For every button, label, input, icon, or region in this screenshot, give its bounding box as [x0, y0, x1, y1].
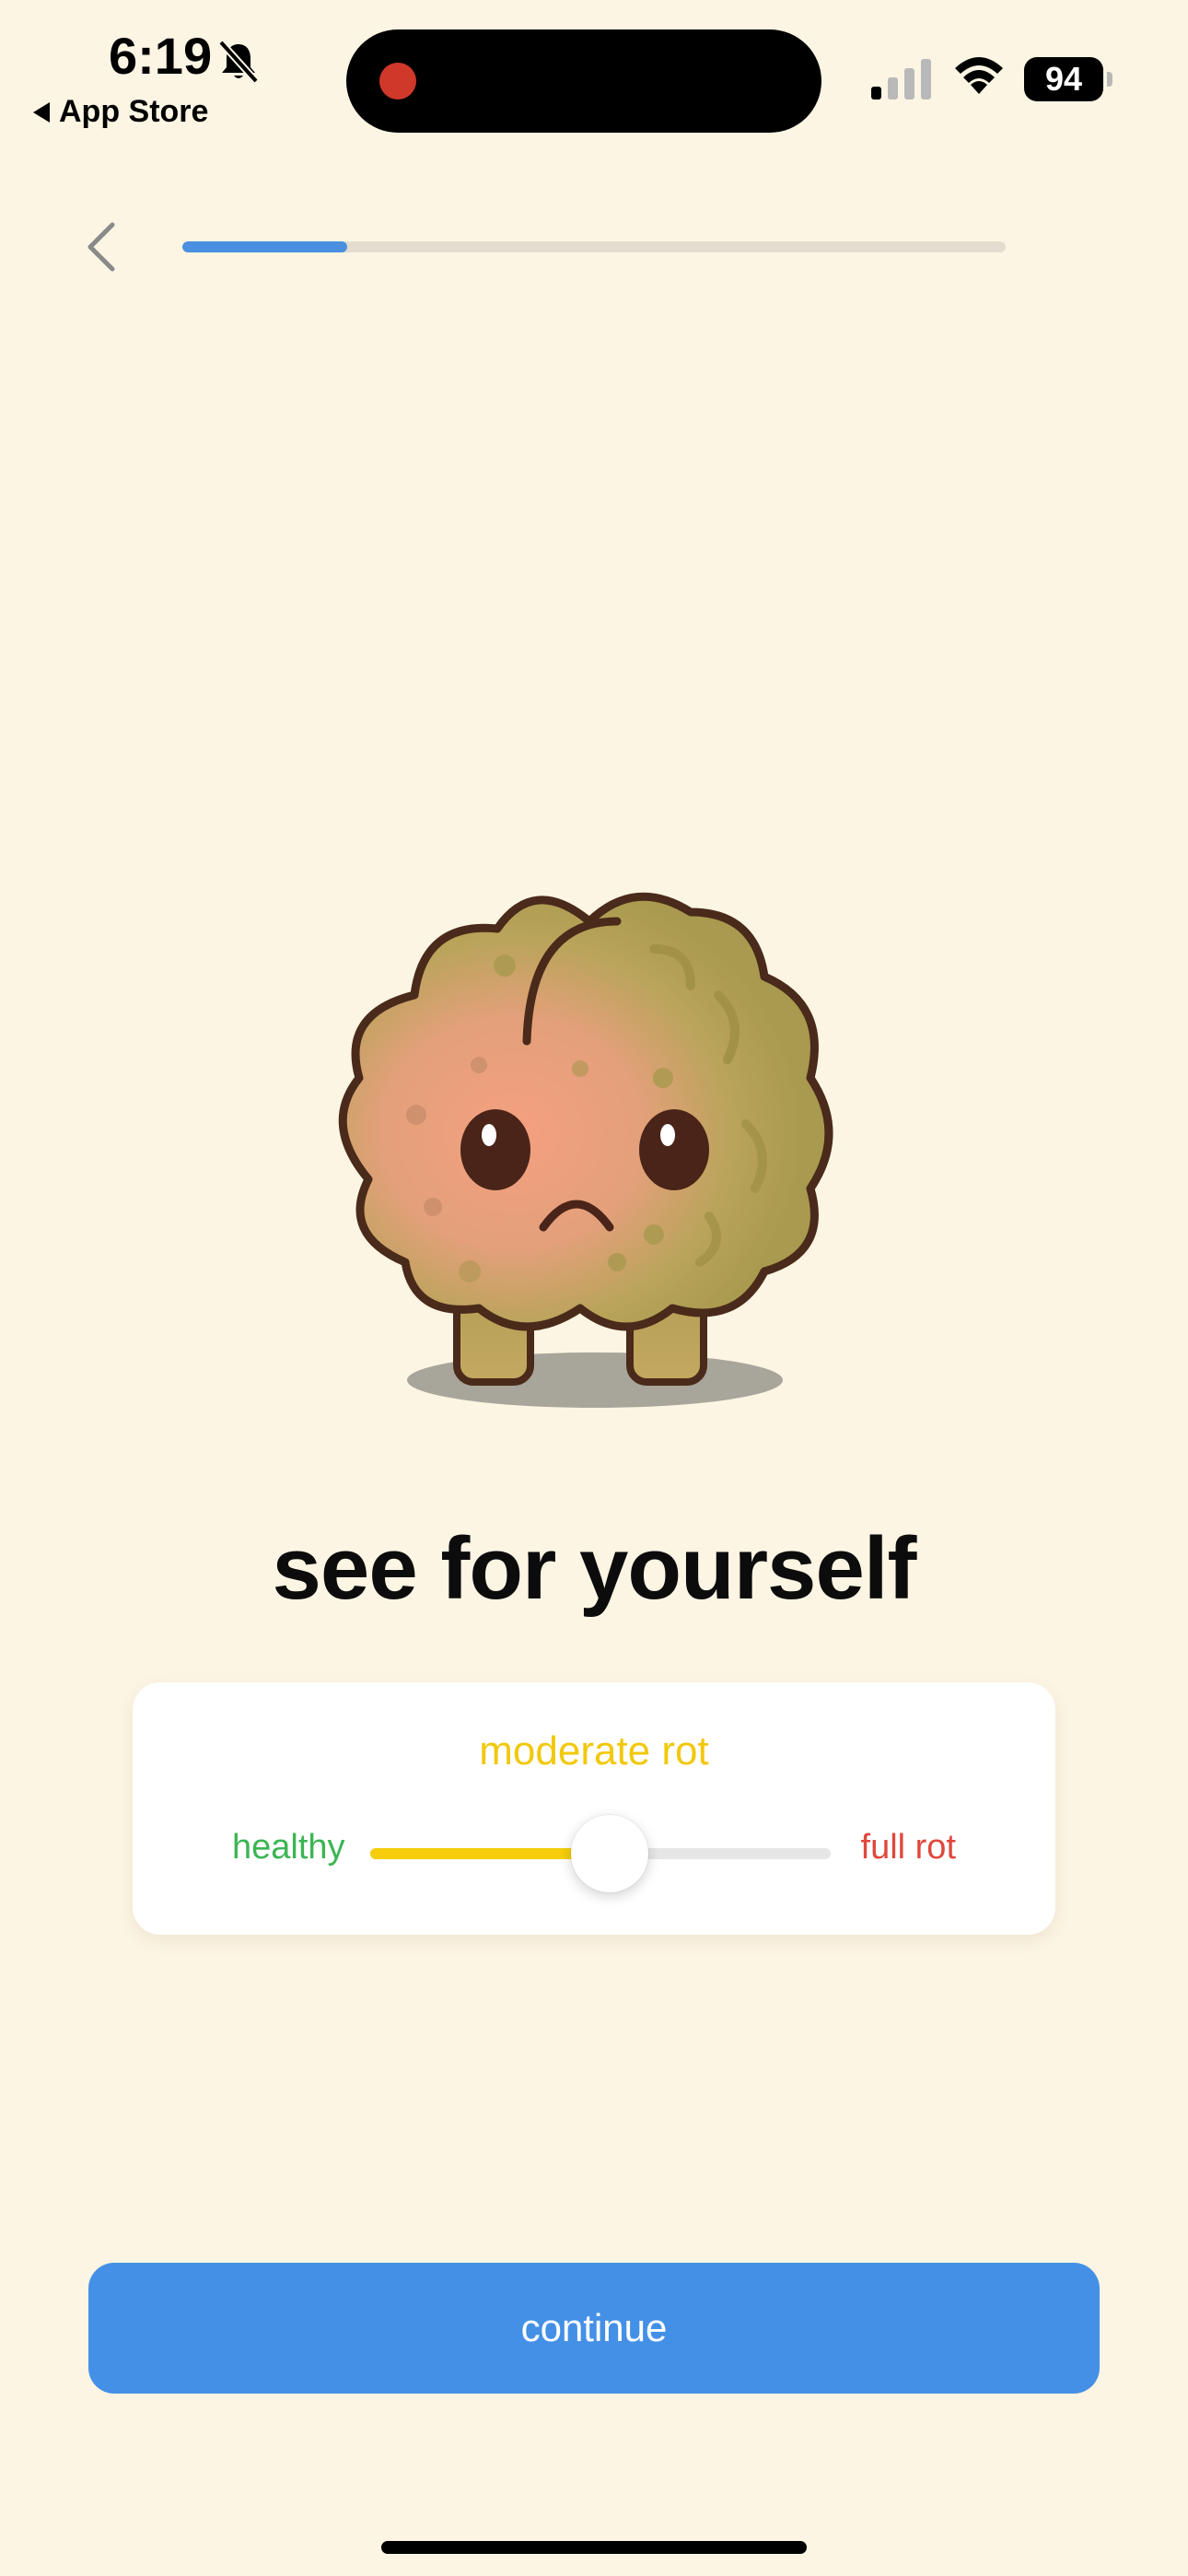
wifi-icon	[955, 57, 1003, 94]
back-app-label: App Store	[59, 94, 209, 129]
onboarding-screen: 6:19 App Store 94 see for yourself moder…	[0, 0, 1188, 2576]
status-time: 6:19	[109, 27, 213, 85]
dynamic-island	[346, 29, 821, 133]
rot-level-label: moderate rot	[479, 1728, 709, 1774]
continue-button[interactable]: continue	[88, 2263, 1100, 2394]
battery-level: 94	[1024, 57, 1103, 101]
slider-thumb[interactable]	[571, 1815, 648, 1892]
slider-max-label: full rot	[860, 1828, 956, 1867]
battery-icon: 94	[1024, 57, 1112, 101]
chevron-left-icon	[87, 222, 115, 272]
slider-min-label: healthy	[232, 1828, 345, 1867]
bell-slash-icon	[218, 40, 259, 84]
battery-cap	[1107, 72, 1112, 87]
back-button[interactable]	[74, 217, 129, 276]
brain-mascot-illustration	[338, 892, 833, 1408]
signal-icon	[871, 59, 931, 100]
back-triangle-icon	[33, 101, 50, 123]
rot-slider-card: moderate rot healthy full rot	[133, 1682, 1055, 1935]
back-to-app-store[interactable]: App Store	[33, 94, 208, 130]
page-title: see for yourself	[272, 1519, 917, 1618]
home-indicator	[381, 2541, 807, 2554]
progress-fill	[182, 241, 347, 252]
onboarding-progress	[182, 241, 1006, 252]
recording-indicator	[379, 63, 416, 100]
rot-slider[interactable]	[370, 1815, 831, 1892]
